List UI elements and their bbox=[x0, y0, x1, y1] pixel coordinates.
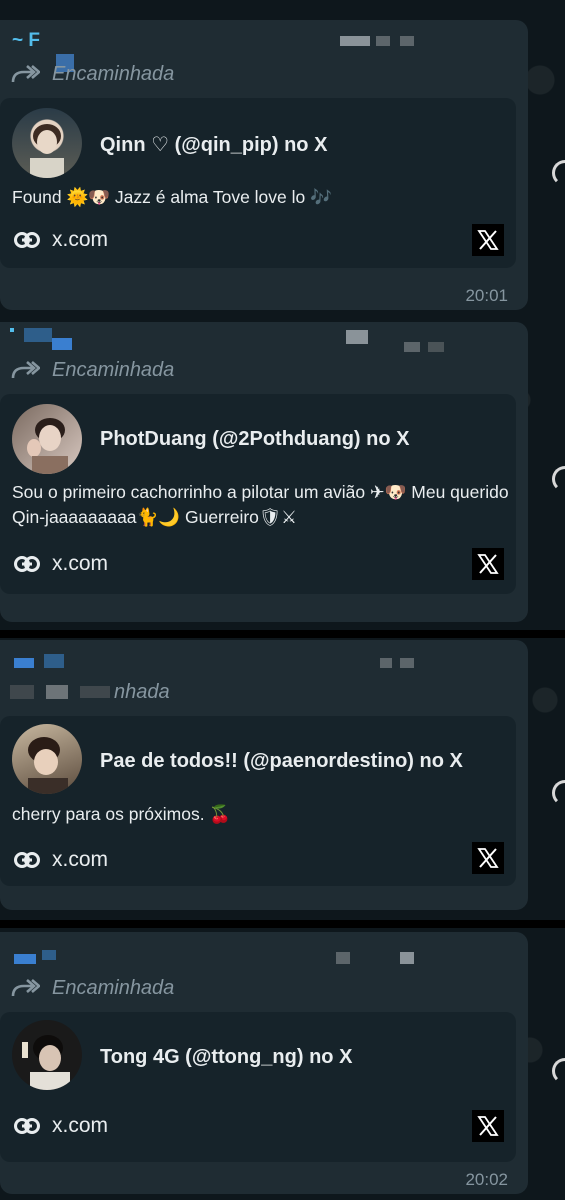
x-logo-icon bbox=[472, 224, 504, 256]
avatar bbox=[12, 724, 82, 794]
preview-link-text[interactable]: x.com bbox=[52, 552, 108, 576]
forwarded-indicator: nhada bbox=[10, 680, 170, 704]
pixelated-blur bbox=[52, 338, 72, 350]
chat-view[interactable]: ~ F Encaminhada Qinn ♡ (@qin_pip) no X F… bbox=[0, 0, 565, 1200]
pixelated-blur bbox=[24, 328, 52, 342]
pixelated-blur bbox=[14, 658, 34, 668]
forward-shortcut-button[interactable] bbox=[552, 466, 565, 492]
preview-link[interactable]: x.com bbox=[14, 1114, 108, 1138]
preview-description: Sou o primeiro cachorrinho a pilotar um … bbox=[12, 482, 509, 527]
link-preview-card[interactable]: Tong 4G (@ttong_ng) no X x.com bbox=[0, 1012, 516, 1162]
pixelated-blur bbox=[380, 658, 392, 668]
forwarded-indicator: Encaminhada bbox=[10, 358, 174, 382]
message-time: 20:02 bbox=[465, 1170, 508, 1189]
pixelated-blur bbox=[340, 36, 370, 46]
pixelated-blur bbox=[336, 952, 350, 964]
preview-description: cherry para os próximos. 🍒 bbox=[12, 804, 232, 824]
link-icon bbox=[14, 1118, 40, 1134]
pixelated-blur bbox=[10, 328, 14, 332]
x-logo-icon bbox=[472, 548, 504, 580]
forwarded-indicator: Encaminhada bbox=[10, 976, 174, 1000]
preview-link[interactable]: x.com bbox=[14, 228, 108, 252]
avatar bbox=[12, 108, 82, 178]
link-preview-card[interactable]: Pae de todos!! (@paenordestino) no X che… bbox=[0, 716, 516, 886]
divider bbox=[0, 630, 565, 638]
forward-arrow-icon bbox=[11, 979, 40, 997]
pixelated-blur bbox=[404, 342, 420, 352]
forward-arrow-icon bbox=[11, 65, 40, 83]
pixelated-blur bbox=[346, 330, 368, 344]
pixelated-blur bbox=[14, 954, 36, 964]
preview-link-text[interactable]: x.com bbox=[52, 228, 108, 252]
forward-shortcut-button[interactable] bbox=[552, 780, 565, 806]
forwarded-label: nhada bbox=[114, 680, 170, 703]
sender-name[interactable]: ~ F bbox=[12, 30, 132, 51]
pixelated-blur bbox=[10, 685, 34, 699]
pixelated-blur bbox=[400, 36, 414, 46]
pixelated-blur bbox=[376, 36, 390, 46]
message-bubble[interactable]: ~ F Encaminhada Qinn ♡ (@qin_pip) no X F… bbox=[0, 20, 528, 310]
link-icon bbox=[14, 232, 40, 248]
pixelated-blur bbox=[428, 342, 444, 352]
forward-shortcut-button[interactable] bbox=[552, 160, 565, 186]
avatar bbox=[12, 404, 82, 474]
message-bubble[interactable]: nhada Pae de todos!! (@paenordestino) no… bbox=[0, 640, 528, 910]
pixelated-blur bbox=[400, 952, 414, 964]
preview-title[interactable]: Tong 4G (@ttong_ng) no X bbox=[100, 1046, 352, 1069]
forward-shortcut-button[interactable] bbox=[552, 1058, 565, 1084]
link-preview-card[interactable]: PhotDuang (@2Pothduang) no X Sou o prime… bbox=[0, 394, 516, 594]
forward-arrow-icon bbox=[11, 361, 40, 379]
forwarded-label: Encaminhada bbox=[52, 976, 175, 999]
preview-description: Found 🌞🐶 Jazz é alma Tove love lo 🎶 bbox=[12, 187, 332, 207]
preview-title[interactable]: Qinn ♡ (@qin_pip) no X bbox=[100, 132, 327, 157]
x-logo-icon bbox=[472, 842, 504, 874]
preview-link[interactable]: x.com bbox=[14, 552, 108, 576]
pixelated-blur bbox=[44, 654, 64, 668]
forwarded-indicator: Encaminhada bbox=[10, 62, 174, 86]
divider bbox=[0, 920, 565, 928]
x-logo-icon bbox=[472, 1110, 504, 1142]
link-icon bbox=[14, 852, 40, 868]
message-bubble[interactable]: Encaminhada PhotDuang (@2Pothduang) no X… bbox=[0, 322, 528, 622]
pixelated-blur bbox=[46, 685, 68, 699]
pixelated-blur bbox=[400, 658, 414, 668]
preview-link-text[interactable]: x.com bbox=[52, 1114, 108, 1138]
forwarded-label: Encaminhada bbox=[52, 62, 175, 85]
preview-title[interactable]: PhotDuang (@2Pothduang) no X bbox=[100, 428, 409, 451]
message-time: 20:01 bbox=[465, 286, 508, 305]
message-bubble[interactable]: Encaminhada Tong 4G (@ttong_ng) no X x.c… bbox=[0, 932, 528, 1194]
avatar bbox=[12, 1020, 82, 1090]
link-icon bbox=[14, 556, 40, 572]
preview-link[interactable]: x.com bbox=[14, 848, 108, 872]
preview-title[interactable]: Pae de todos!! (@paenordestino) no X bbox=[100, 750, 463, 773]
pixelated-blur bbox=[80, 686, 110, 698]
link-preview-card[interactable]: Qinn ♡ (@qin_pip) no X Found 🌞🐶 Jazz é a… bbox=[0, 98, 516, 268]
forwarded-label: Encaminhada bbox=[52, 358, 175, 381]
pixelated-blur bbox=[42, 950, 56, 960]
preview-link-text[interactable]: x.com bbox=[52, 848, 108, 872]
